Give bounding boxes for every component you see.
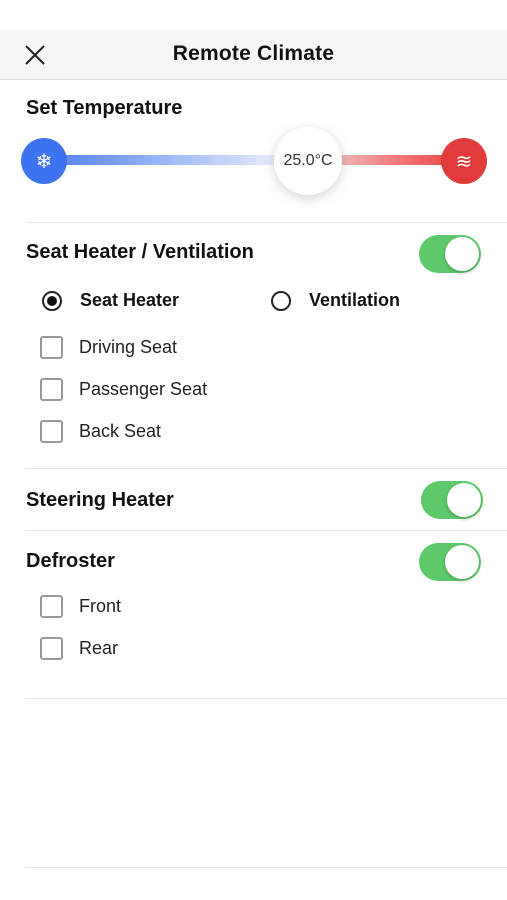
divider [26,530,507,531]
checkbox-passenger-seat[interactable]: Passenger Seat [40,378,207,401]
radio-button-selected [42,290,62,311]
checkbox-label: Driving Seat [79,337,178,357]
toggle-knob [445,545,479,579]
divider [26,468,507,469]
temperature-title: Set Temperature [26,97,183,119]
defroster-toggle[interactable] [419,543,481,581]
steering-title: Steering Heater [26,489,174,511]
checkbox [40,420,63,443]
radio-label: Ventilation [309,290,401,310]
defroster-title: Defroster [26,550,115,572]
checkbox-back-seat[interactable]: Back Seat [40,420,161,443]
checkbox-driving-seat[interactable]: Driving Seat [40,336,177,359]
checkbox-label: Front [79,596,122,616]
toggle-knob [447,483,481,517]
checkbox [40,378,63,401]
checkbox-label: Back Seat [79,421,162,441]
temperature-slider-track[interactable] [44,155,464,165]
checkbox-rear[interactable]: Rear [40,637,118,660]
temperature-slider-thumb[interactable]: 25.0°C [274,127,342,195]
toggle-knob [445,237,479,271]
steering-toggle[interactable] [421,481,483,519]
checkbox-label: Rear [79,638,119,658]
checkbox-label: Passenger Seat [79,379,208,399]
heat-button[interactable]: ≋ [441,138,487,184]
heat-waves-icon: ≋ [455,149,473,173]
radio-button [271,290,291,311]
header-bar: Remote Climate [0,30,507,80]
checkbox [40,595,63,618]
checkbox-front[interactable]: Front [40,595,121,618]
radio-ventilation[interactable]: Ventilation [271,290,400,311]
divider [26,867,507,868]
snowflake-icon: ❄ [35,149,53,173]
divider [26,698,507,699]
seat-toggle[interactable] [419,235,481,273]
cold-button[interactable]: ❄ [21,138,67,184]
seat-section-title: Seat Heater / Ventilation [26,241,254,263]
radio-label: Seat Heater [80,290,180,310]
checkbox [40,637,63,660]
radio-seat-heater[interactable]: Seat Heater [42,290,179,311]
temperature-value: 25.0°C [283,152,333,169]
checkbox [40,336,63,359]
page-title: Remote Climate [172,42,335,65]
divider [26,222,507,223]
